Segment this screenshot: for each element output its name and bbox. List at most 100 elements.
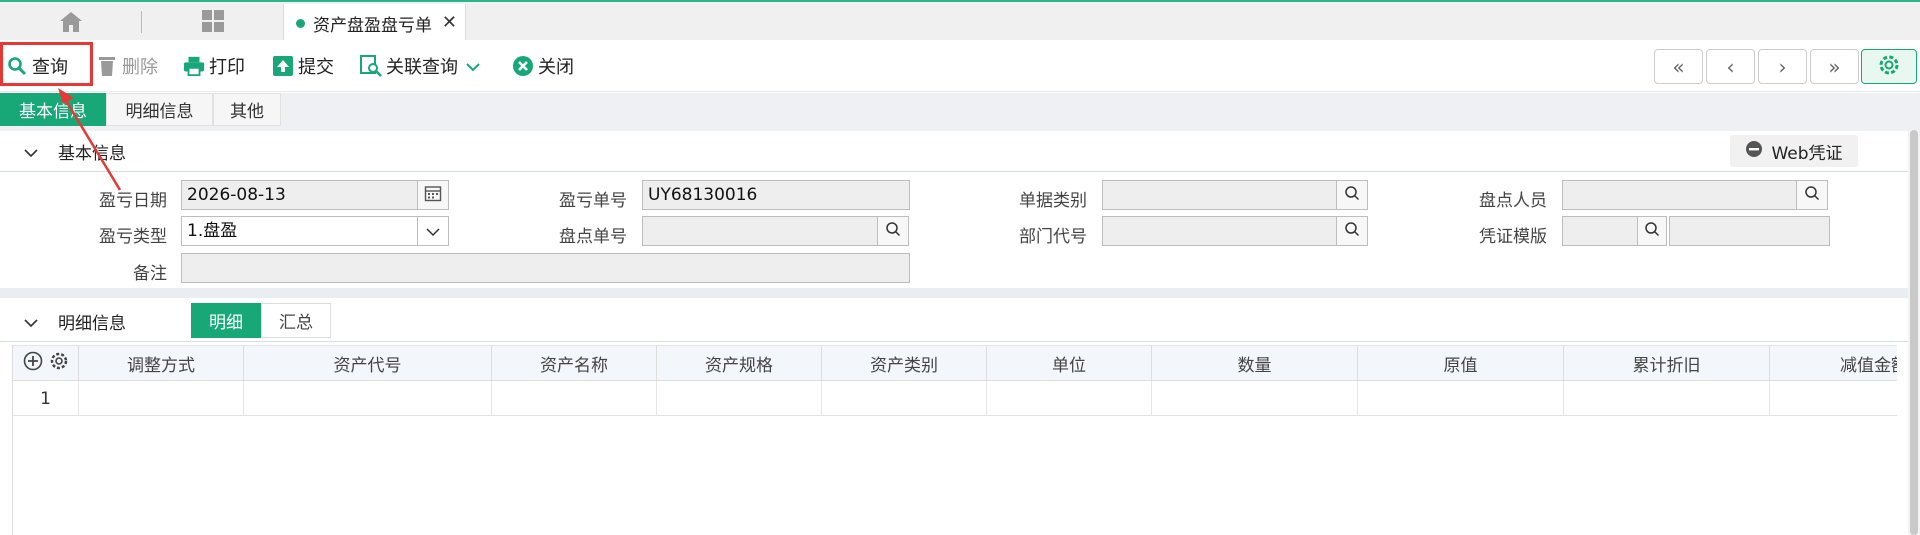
- tab-status-dot: [296, 18, 305, 28]
- search-icon: [1804, 185, 1820, 205]
- table-row[interactable]: 1: [13, 381, 1897, 416]
- last-icon: »: [1828, 54, 1841, 79]
- tab-summary[interactable]: 汇总: [261, 303, 331, 338]
- tab-close-icon[interactable]: ✕: [442, 12, 457, 33]
- cell-quantity[interactable]: [1152, 381, 1358, 416]
- query-highlight-box: [0, 42, 93, 86]
- dept-lookup-button[interactable]: [1336, 216, 1368, 246]
- chevron-down-icon: [426, 222, 440, 241]
- col-asset-name[interactable]: 资产名称: [492, 346, 657, 381]
- col-unit[interactable]: 单位: [987, 346, 1152, 381]
- scrollbar-thumb[interactable]: [1910, 130, 1918, 535]
- related-search-icon: [360, 55, 382, 77]
- add-row-icon[interactable]: [23, 351, 43, 376]
- calendar-button[interactable]: [417, 180, 449, 210]
- doc-type-lookup-button[interactable]: [1336, 180, 1368, 210]
- section-tabs: 基本信息 明细信息 其他: [0, 93, 1920, 131]
- gain-loss-no-label: 盈亏单号: [559, 191, 627, 211]
- count-no-field[interactable]: [642, 216, 878, 246]
- last-record-button[interactable]: »: [1810, 49, 1859, 84]
- submit-label: 提交: [298, 57, 334, 78]
- tab-divider: [141, 11, 142, 33]
- dept-code-field[interactable]: [1102, 216, 1337, 246]
- prev-record-button[interactable]: ‹: [1706, 49, 1755, 84]
- remark-label: 备注: [133, 264, 167, 284]
- delete-button[interactable]: 删除: [96, 48, 158, 84]
- counter-lookup-button[interactable]: [1796, 180, 1828, 210]
- tab-detail[interactable]: 明细: [191, 303, 261, 338]
- search-icon: [885, 221, 901, 241]
- web-voucher-label: Web凭证: [1771, 143, 1843, 164]
- col-asset-code[interactable]: 资产代号: [244, 346, 492, 381]
- web-voucher-button[interactable]: Web凭证: [1730, 135, 1858, 167]
- gain-loss-no-field[interactable]: UY68130016: [642, 180, 910, 210]
- doc-type-label: 单据类别: [1019, 191, 1087, 211]
- column-settings-gear-icon[interactable]: [49, 351, 69, 376]
- next-icon: ›: [1778, 54, 1787, 79]
- tab-title: 资产盘盈盘亏单: [313, 15, 432, 36]
- col-adjust-method[interactable]: 调整方式: [79, 346, 244, 381]
- vertical-scrollbar[interactable]: [1908, 130, 1920, 535]
- voucher-template-label: 凭证模版: [1479, 227, 1547, 247]
- cell-unit[interactable]: [987, 381, 1152, 416]
- gain-loss-type-select[interactable]: 1.盘盈: [181, 216, 419, 246]
- cell-original-value[interactable]: [1358, 381, 1564, 416]
- chevron-down-icon[interactable]: [24, 145, 38, 159]
- related-query-label: 关联查询: [386, 57, 458, 78]
- col-impairment[interactable]: 减值金额: [1770, 346, 1897, 381]
- voucher-template-lookup-button[interactable]: [1637, 216, 1667, 246]
- col-asset-spec[interactable]: 资产规格: [657, 346, 822, 381]
- row-tools-header: [13, 346, 79, 381]
- apps-grid-icon[interactable]: [200, 8, 226, 34]
- search-icon: [1344, 221, 1360, 241]
- tab-basic-info[interactable]: 基本信息: [0, 93, 106, 126]
- basic-info-header[interactable]: 基本信息: [0, 132, 1908, 172]
- first-record-button[interactable]: «: [1654, 49, 1703, 84]
- chevron-down-icon[interactable]: [24, 315, 38, 329]
- tab-other[interactable]: 其他: [213, 93, 281, 126]
- voucher-template-code-field[interactable]: [1562, 216, 1638, 246]
- cell-asset-category[interactable]: [822, 381, 987, 416]
- cell-asset-spec[interactable]: [657, 381, 822, 416]
- printer-icon: [183, 55, 205, 77]
- voucher-template-name-field[interactable]: [1669, 216, 1830, 246]
- cell-impairment[interactable]: [1770, 381, 1897, 416]
- cell-asset-code[interactable]: [244, 381, 492, 416]
- next-record-button[interactable]: ›: [1758, 49, 1807, 84]
- count-no-label: 盘点单号: [559, 227, 627, 247]
- type-dropdown-button[interactable]: [417, 216, 449, 246]
- col-asset-category[interactable]: 资产类别: [822, 346, 987, 381]
- cell-accum-depreciation[interactable]: [1564, 381, 1770, 416]
- gear-icon: [1877, 53, 1901, 81]
- cell-asset-name[interactable]: [492, 381, 657, 416]
- home-icon[interactable]: [58, 10, 84, 34]
- col-original-value[interactable]: 原值: [1358, 346, 1564, 381]
- counter-field[interactable]: [1562, 180, 1797, 210]
- dept-code-label: 部门代号: [1019, 227, 1087, 247]
- related-query-button[interactable]: 关联查询: [360, 48, 480, 84]
- minus-circle-icon: [1745, 140, 1763, 163]
- doc-type-field[interactable]: [1102, 180, 1337, 210]
- row-number: 1: [13, 381, 79, 416]
- print-button[interactable]: 打印: [183, 48, 245, 84]
- col-accum-depreciation[interactable]: 累计折旧: [1564, 346, 1770, 381]
- settings-button[interactable]: [1861, 49, 1917, 84]
- delete-label: 删除: [122, 57, 158, 78]
- search-icon: [1644, 221, 1660, 241]
- tab-bar: 资产盘盈盘亏单 ✕: [0, 0, 1920, 42]
- chevron-down-icon: [466, 56, 480, 77]
- remark-field[interactable]: [181, 253, 910, 283]
- upload-icon: [272, 55, 294, 77]
- first-icon: «: [1672, 54, 1685, 79]
- prev-icon: ‹: [1726, 54, 1735, 79]
- tab-detail-info[interactable]: 明细信息: [106, 93, 213, 126]
- print-label: 打印: [209, 57, 245, 78]
- count-no-lookup-button[interactable]: [877, 216, 909, 246]
- tab-asset-gain-loss[interactable]: 资产盘盈盘亏单 ✕: [283, 4, 466, 42]
- gain-loss-date-field[interactable]: 2026-08-13: [181, 180, 419, 210]
- close-button[interactable]: 关闭: [512, 48, 574, 84]
- col-quantity[interactable]: 数量: [1152, 346, 1358, 381]
- submit-button[interactable]: 提交: [272, 48, 334, 84]
- cell-adjust-method[interactable]: [79, 381, 244, 416]
- app-root: 资产盘盈盘亏单 ✕ 查询 删除 打印 提交 关联查询 关闭 « ‹ › » 基本…: [0, 0, 1920, 535]
